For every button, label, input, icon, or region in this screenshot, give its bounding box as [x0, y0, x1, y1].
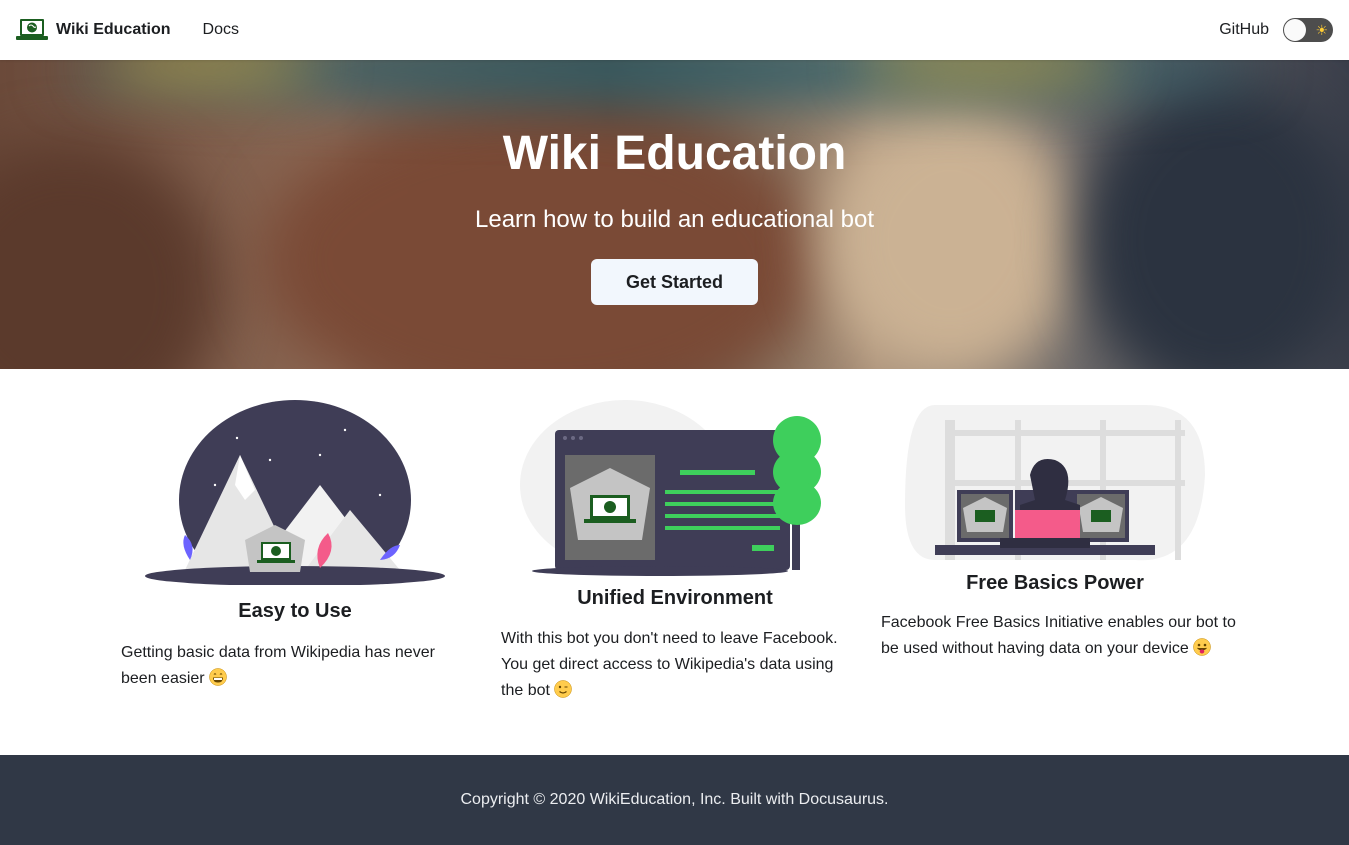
monitors-workspace-illustration	[905, 405, 1205, 561]
laptop-globe-logo-icon	[16, 19, 48, 40]
hero-content: Wiki Education Learn how to build an edu…	[0, 60, 1349, 369]
theme-toggle[interactable]: ☀	[1283, 18, 1333, 42]
winking-face-icon	[554, 680, 573, 698]
laptop-browser-illustration	[520, 400, 821, 576]
brand-title: Wiki Education	[56, 21, 171, 38]
nav-link-docs[interactable]: Docs	[203, 21, 239, 39]
hero-subtitle: Learn how to build an educational bot	[475, 206, 874, 233]
feature-description: With this bot you don't need to leave Fa…	[501, 626, 851, 704]
nav-link-github[interactable]: GitHub	[1219, 21, 1269, 39]
get-started-button[interactable]: Get Started	[591, 259, 758, 305]
footer: Copyright © 2020 WikiEducation, Inc. Bui…	[0, 755, 1349, 845]
sun-icon: ☀	[1315, 22, 1328, 38]
mountains-illustration	[145, 400, 445, 585]
feature-description: Facebook Free Basics Initiative enables …	[881, 610, 1237, 662]
tongue-out-face-icon	[1193, 638, 1211, 656]
hero-title: Wiki Education	[502, 127, 847, 180]
feature-title: Unified Environment	[577, 587, 773, 609]
hero-banner: Wiki Education Learn how to build an edu…	[0, 60, 1349, 369]
feature-title: Free Basics Power	[966, 572, 1144, 594]
feature-description-text: With this bot you don't need to leave Fa…	[501, 630, 838, 699]
feature-description: Getting basic data from Wikipedia has ne…	[121, 640, 461, 692]
grinning-face-icon	[209, 668, 227, 686]
toggle-thumb	[1284, 19, 1306, 41]
footer-copyright: Copyright © 2020 WikiEducation, Inc. Bui…	[460, 791, 889, 808]
feature-description-text: Getting basic data from Wikipedia has ne…	[121, 644, 435, 687]
navbar: Wiki Education Docs GitHub ☀	[0, 0, 1349, 60]
feature-description-text: Facebook Free Basics Initiative enables …	[881, 614, 1236, 657]
navbar-right: GitHub ☀	[1219, 18, 1333, 42]
brand-link[interactable]: Wiki Education	[16, 18, 171, 42]
feature-title: Easy to Use	[238, 600, 352, 622]
